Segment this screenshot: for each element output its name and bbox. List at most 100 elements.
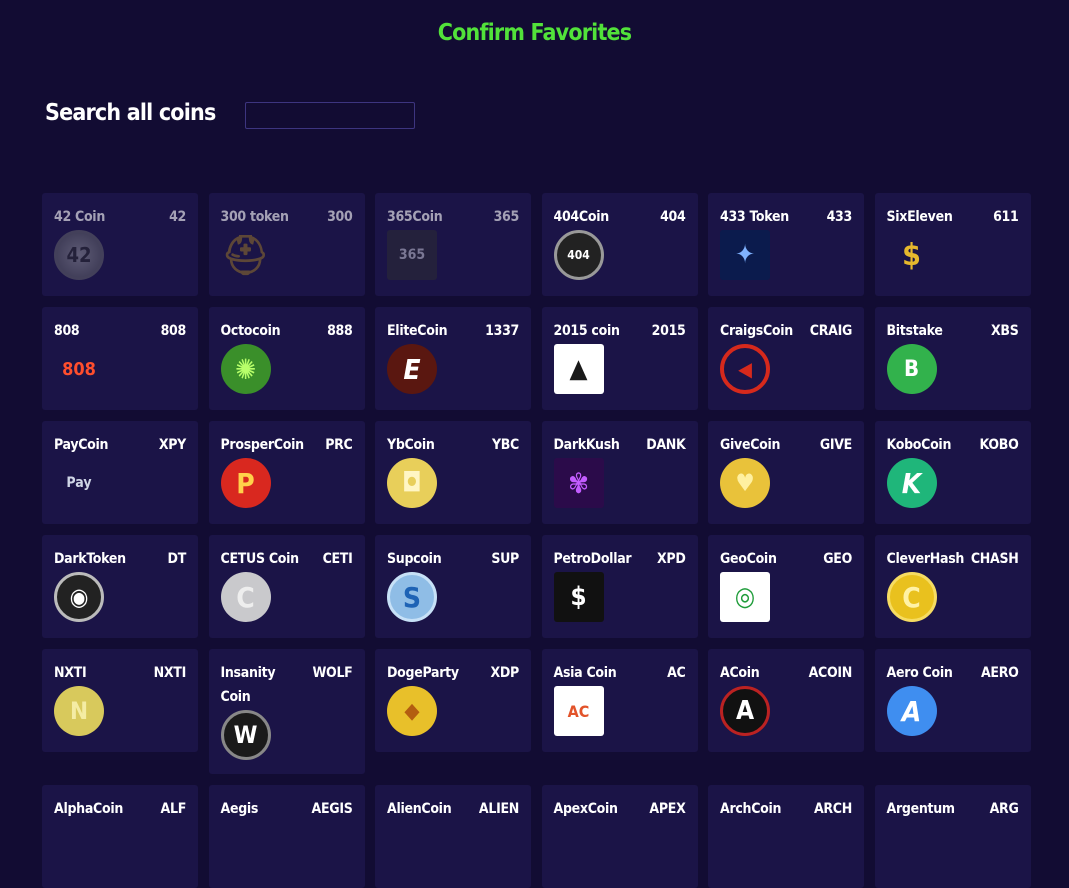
coin-symbol: 42: [169, 209, 186, 225]
coin-symbol: AERO: [980, 665, 1019, 681]
coin-symbol: 365: [493, 209, 520, 225]
coin-name: ArchCoin: [720, 801, 782, 817]
coin-card[interactable]: ArchCoin ARCH: [708, 785, 864, 888]
coin-card[interactable]: AlphaCoin ALF: [42, 785, 198, 888]
coin-card[interactable]: Argentum ARG: [874, 785, 1031, 888]
coin-card[interactable]: 300 token 300 ⛑: [208, 193, 365, 296]
coin-card[interactable]: 2015 coin 2015 ▲: [541, 307, 698, 410]
coin-symbol: NXTI: [153, 665, 187, 681]
coin-card[interactable]: PayCoin XPY Pay: [42, 421, 198, 524]
coin-name: 404Coin: [553, 209, 610, 225]
aliencoin-icon: [387, 822, 437, 872]
coin-name: Argentum: [886, 801, 956, 817]
coin-symbol: CRAIG: [809, 323, 853, 339]
coin-card[interactable]: GiveCoin GIVE ♥: [708, 421, 864, 524]
coin-card-header: DarkKush DANK: [554, 433, 686, 457]
coin-card[interactable]: KoboCoin KOBO K: [874, 421, 1031, 524]
coin-card-header: Aero Coin AERO: [887, 661, 1019, 685]
coin-card[interactable]: 365Coin 365 365: [375, 193, 531, 296]
coin-name: GeoCoin: [720, 551, 777, 567]
coin-card[interactable]: ApexCoin APEX: [541, 785, 698, 888]
coin-card[interactable]: YbCoin YBC ◘: [375, 421, 531, 524]
coin-card[interactable]: EliteCoin 1337 E: [375, 307, 531, 410]
supcoin-s-icon: S: [387, 572, 437, 622]
coin-name: ApexCoin: [553, 801, 619, 817]
coin-symbol: CETI: [322, 551, 353, 567]
octopus-icon: ✺: [220, 344, 271, 394]
coin-card[interactable]: Aero Coin AERO A: [874, 649, 1031, 752]
coin-name: PetroDollar: [553, 551, 632, 567]
coin-card[interactable]: CraigsCoin CRAIG ◀: [708, 307, 864, 410]
coin-card[interactable]: Octocoin 888 ✺: [208, 307, 365, 410]
coin-symbol: YBC: [491, 437, 519, 453]
coin-card[interactable]: Aegis AEGIS: [208, 785, 365, 888]
argentum-icon: [887, 822, 937, 872]
coin-card[interactable]: CleverHash CHASH C: [874, 535, 1031, 638]
coin-symbol: 808: [160, 323, 187, 339]
coin-symbol: KOBO: [979, 437, 1019, 453]
search-input[interactable]: [245, 102, 415, 129]
coin-card[interactable]: Insanity Coin WOLF W: [208, 649, 365, 774]
coin-card[interactable]: AlienCoin ALIEN: [375, 785, 531, 888]
coin-card[interactable]: CETUS Coin CETI C: [208, 535, 365, 638]
coin-card-header: SixEleven 611: [887, 205, 1019, 229]
coin-card[interactable]: 433 Token 433 ✦: [708, 193, 864, 296]
coin-card[interactable]: GeoCoin GEO ◎: [708, 535, 864, 638]
coin-symbol: GIVE: [819, 437, 852, 453]
coin-name: 300 token: [220, 209, 289, 225]
megaphone-icon: ◀: [720, 344, 770, 394]
archcoin-icon: [720, 822, 770, 872]
coin-name: Asia Coin: [553, 665, 617, 681]
coin-symbol: APEX: [649, 801, 686, 817]
coin-card-header: 300 token 300: [221, 205, 353, 229]
coin-card[interactable]: DogeParty XDP ◆: [375, 649, 531, 752]
coin-808-icon: 808: [62, 358, 96, 380]
coin-symbol: 1337: [485, 323, 519, 339]
coin-name: ACoin: [720, 665, 760, 681]
coin-card-header: Argentum ARG: [887, 797, 1019, 821]
network-globe-icon: ✦: [720, 230, 770, 280]
coin-card[interactable]: NXTI NXTI N: [42, 649, 198, 752]
coin-card[interactable]: ProsperCoin PRC P: [208, 421, 365, 524]
coin-card-header: Bitstake XBS: [887, 319, 1019, 343]
coin-card-header: GiveCoin GIVE: [720, 433, 852, 457]
coin-card-header: Insanity Coin WOLF: [221, 661, 353, 709]
coin-card[interactable]: ACoin ACOIN A: [708, 649, 864, 752]
coin-symbol: ALF: [160, 801, 187, 817]
coin-card-header: EliteCoin 1337: [387, 319, 519, 343]
coin-card-header: NXTI NXTI: [54, 661, 186, 685]
coin-symbol: 404: [660, 209, 686, 225]
coin-name: 2015 coin: [553, 323, 620, 339]
coin-name: Insanity Coin: [220, 665, 276, 705]
coin-symbol: CHASH: [970, 551, 1019, 567]
coin-card-header: ACoin ACOIN: [720, 661, 852, 685]
coin-symbol: ACOIN: [808, 665, 853, 681]
triangle-flag-icon: ▲: [553, 344, 604, 394]
coin-card[interactable]: Asia Coin AC AC: [541, 649, 698, 752]
coin-name: AlphaCoin: [54, 801, 124, 817]
coin-name: SixEleven: [886, 209, 953, 225]
coin-symbol: SUP: [491, 551, 519, 567]
coin-name: YbCoin: [387, 437, 435, 453]
coin-card[interactable]: 404Coin 404 404: [541, 193, 698, 296]
coin-card[interactable]: PetroDollar XPD $: [541, 535, 698, 638]
coin-symbol: XPD: [656, 551, 686, 567]
coin-card[interactable]: Bitstake XBS B: [874, 307, 1031, 410]
coin-card[interactable]: SixEleven 611 $: [874, 193, 1031, 296]
coin-symbol: ARG: [989, 801, 1019, 817]
coin-card[interactable]: Supcoin SUP S: [375, 535, 531, 638]
coin-symbol: XPY: [158, 437, 186, 453]
coin-symbol: PRC: [325, 437, 353, 453]
coin-card-header: Aegis AEGIS: [221, 797, 353, 821]
coin-card-header: GeoCoin GEO: [720, 547, 852, 571]
coin-name: DarkKush: [553, 437, 620, 453]
coin-card-header: ApexCoin APEX: [554, 797, 686, 821]
givecoin-heart-icon: ♥: [720, 458, 770, 508]
coin-card[interactable]: DarkKush DANK ✾: [541, 421, 698, 524]
cleverhash-c-icon: C: [886, 572, 937, 622]
coin-card[interactable]: DarkToken DT ◉: [42, 535, 198, 638]
coin-name: 42 Coin: [54, 209, 105, 225]
coin-card-header: 404Coin 404: [554, 205, 686, 229]
coin-card[interactable]: 42 Coin 42 42: [42, 193, 198, 296]
coin-card[interactable]: 808 808 808: [42, 307, 198, 410]
